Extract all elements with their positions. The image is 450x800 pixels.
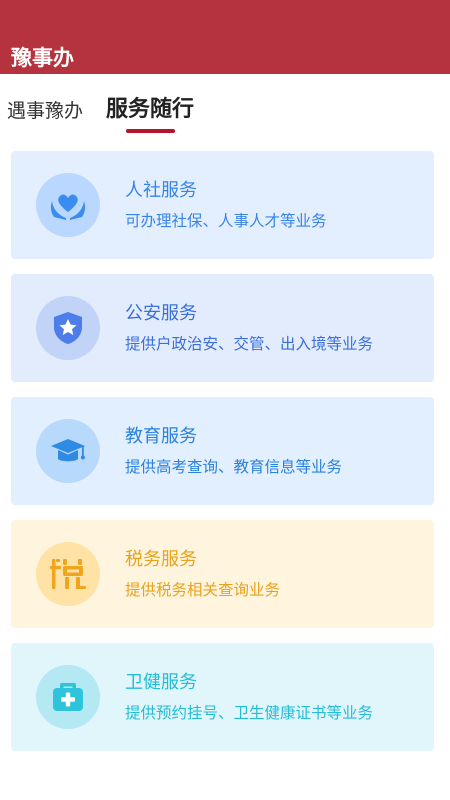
active-tab-indicator bbox=[126, 129, 175, 133]
service-card-gongan[interactable]: 公安服务 提供户政治安、交管、出入境等业务 bbox=[11, 274, 434, 382]
service-description: 提供预约挂号、卫生健康证书等业务 bbox=[125, 704, 374, 722]
service-title: 教育服务 bbox=[125, 426, 197, 447]
tab-yushiyuban[interactable]: 遇事豫办 bbox=[7, 98, 83, 124]
heart-in-hands-icon bbox=[50, 194, 86, 220]
service-description: 提供税务相关查询业务 bbox=[125, 581, 281, 599]
app-header: 豫事办 bbox=[0, 0, 450, 74]
medical-kit-icon bbox=[53, 683, 83, 711]
service-card-renshe[interactable]: 人社服务 可办理社保、人事人才等业务 bbox=[11, 151, 434, 259]
tax-character-icon bbox=[50, 559, 86, 589]
service-title: 卫健服务 bbox=[125, 672, 197, 693]
service-title: 公安服务 bbox=[125, 303, 197, 324]
service-description: 提供户政治安、交管、出入境等业务 bbox=[125, 335, 374, 353]
service-title: 税务服务 bbox=[125, 549, 197, 570]
service-icon-circle bbox=[36, 665, 100, 729]
service-description: 可办理社保、人事人才等业务 bbox=[125, 212, 327, 230]
service-icon-circle bbox=[36, 173, 100, 237]
tab-bar: 遇事豫办 服务随行 bbox=[0, 74, 450, 144]
service-card-shuiwu[interactable]: 税务服务 提供税务相关查询业务 bbox=[11, 520, 434, 628]
service-card-weijian[interactable]: 卫健服务 提供预约挂号、卫生健康证书等业务 bbox=[11, 643, 434, 751]
app-title: 豫事办 bbox=[11, 46, 74, 70]
service-icon-circle bbox=[36, 542, 100, 606]
graduation-cap-icon bbox=[51, 439, 85, 462]
service-title: 人社服务 bbox=[125, 180, 197, 201]
tab-fuwusuixing[interactable]: 服务随行 bbox=[106, 95, 194, 125]
service-icon-circle bbox=[36, 296, 100, 360]
shield-star-icon bbox=[54, 312, 82, 344]
service-description: 提供高考查询、教育信息等业务 bbox=[125, 458, 343, 476]
service-icon-circle bbox=[36, 419, 100, 483]
service-card-jiaoyu[interactable]: 教育服务 提供高考查询、教育信息等业务 bbox=[11, 397, 434, 505]
